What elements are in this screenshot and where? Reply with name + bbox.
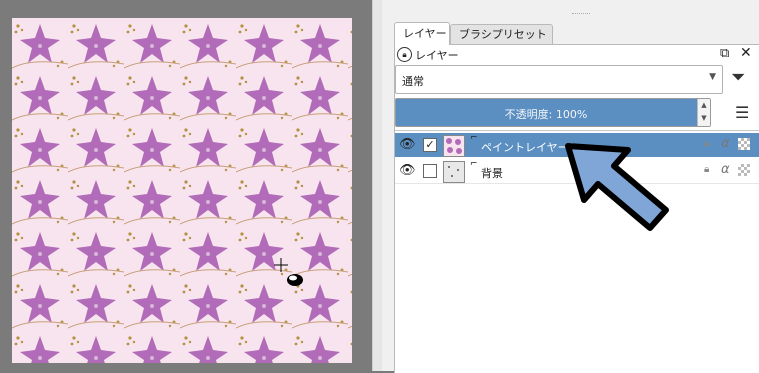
paint-layer-icon: ⌐	[470, 133, 478, 143]
opacity-label: 不透明度: 100%	[504, 108, 588, 121]
eye-icon[interactable]: 👁︎	[399, 163, 416, 178]
paint-layer-icon: ⌐	[470, 159, 478, 169]
chevron-down-icon: ▼	[709, 72, 716, 82]
opacity-slider[interactable]: 不透明度: 100% ▲ ▼	[395, 98, 711, 127]
alpha-icon[interactable]: α	[721, 162, 730, 177]
lock-alpha-icon[interactable]: 🔒︎	[704, 138, 709, 149]
layer-name[interactable]: 背景	[481, 165, 503, 181]
grip-handle[interactable]	[572, 13, 590, 17]
float-icon[interactable]: ⧉	[720, 46, 729, 61]
filter-icon[interactable]: ⏷	[731, 67, 745, 88]
layer-thumbnail	[443, 135, 465, 157]
eye-icon[interactable]: 👁︎	[399, 137, 416, 152]
docker-title: レイヤー	[415, 49, 459, 62]
checker-icon[interactable]	[738, 138, 750, 150]
alpha-icon[interactable]: α	[721, 136, 730, 151]
tab-brush-presets[interactable]: ブラシプリセット	[450, 24, 553, 44]
layer-thumbnail	[443, 161, 465, 183]
arrow-icon	[565, 143, 669, 231]
tab-layers[interactable]: レイヤー	[394, 22, 450, 45]
blend-mode-select[interactable]: 通常 ▼	[395, 65, 723, 94]
lock-icon[interactable]: 🔒︎	[397, 47, 412, 62]
close-icon[interactable]: ✕	[740, 45, 752, 61]
checker-icon[interactable]	[738, 164, 750, 176]
layer-checkbox[interactable]	[423, 164, 437, 178]
lock-alpha-icon[interactable]: 🔒︎	[704, 164, 709, 175]
canvas-area[interactable]	[0, 0, 372, 371]
menu-icon[interactable]: ☰	[735, 103, 749, 122]
opacity-spin-buttons[interactable]: ▲ ▼	[697, 99, 710, 126]
layer-checkbox[interactable]: ✓	[423, 138, 437, 152]
blend-mode-value: 通常	[402, 75, 424, 88]
docker-header: 🔒︎ レイヤー ⧉ ✕	[395, 45, 759, 63]
painting-canvas[interactable]	[12, 18, 352, 363]
cursor-icon	[274, 258, 303, 286]
